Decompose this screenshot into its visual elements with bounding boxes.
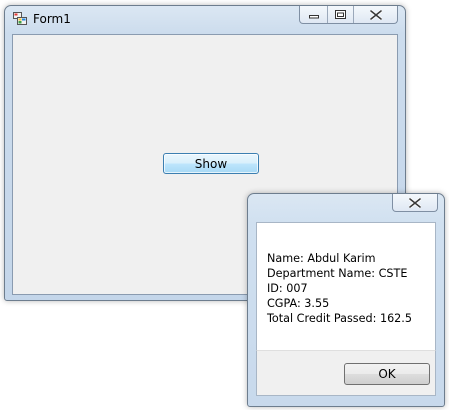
ok-button[interactable]: OK (344, 363, 430, 385)
message-line-name: Name: Abdul Karim (267, 252, 376, 265)
close-icon (369, 9, 382, 20)
show-button[interactable]: Show (163, 153, 259, 174)
message-line-cgpa: CGPA: 3.55 (267, 297, 330, 310)
minimize-button[interactable] (300, 6, 328, 23)
message-box-dialog[interactable]: Name: Abdul Karim Department Name: CSTE … (247, 193, 445, 407)
message-footer: OK (256, 350, 436, 396)
message-text: Name: Abdul Karim Department Name: CSTE … (267, 251, 412, 326)
minimize-icon (308, 14, 319, 18)
close-icon (409, 197, 421, 208)
window-title: Form1 (33, 12, 71, 26)
winforms-app-icon (13, 12, 27, 25)
message-line-credit: Total Credit Passed: 162.5 (267, 312, 412, 325)
maximize-icon (335, 10, 346, 19)
maximize-button[interactable] (328, 6, 354, 23)
close-button[interactable] (354, 6, 397, 23)
message-line-department: Department Name: CSTE (267, 267, 408, 280)
message-line-id: ID: 007 (267, 282, 308, 295)
dialog-close-button[interactable] (392, 194, 438, 212)
window-controls (299, 6, 398, 24)
message-body: Name: Abdul Karim Department Name: CSTE … (256, 222, 436, 350)
title-bar[interactable]: Form1 (5, 6, 405, 32)
